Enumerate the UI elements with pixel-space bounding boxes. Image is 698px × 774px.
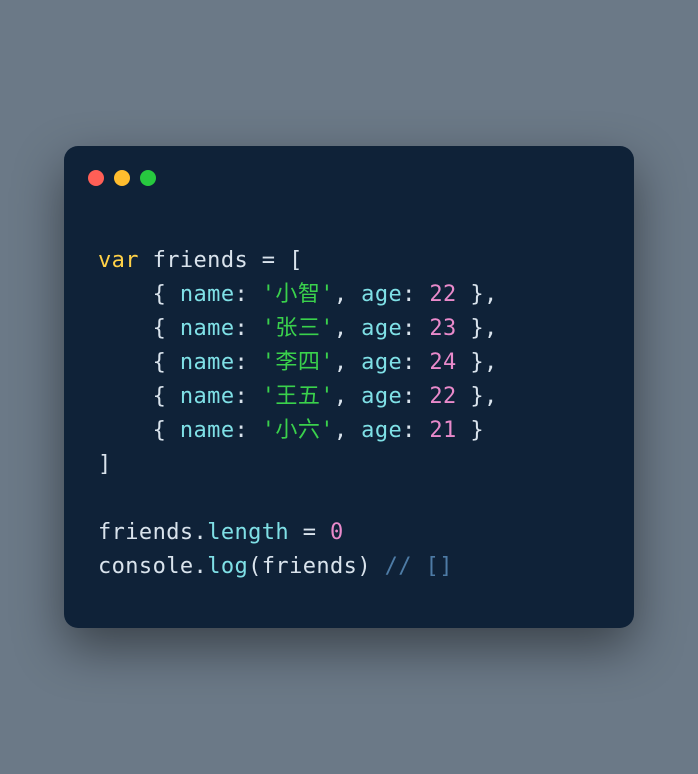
prop-age: age (361, 350, 402, 375)
number-literal: 21 (429, 418, 456, 443)
equals: = (248, 248, 289, 273)
string-literal: '张三' (262, 316, 334, 341)
prop-name: name (180, 384, 235, 409)
brace-close: } (457, 384, 484, 409)
number-literal: 0 (330, 520, 344, 545)
comma: , (484, 384, 498, 409)
colon: : (402, 282, 429, 307)
close-bracket: ] (98, 452, 112, 477)
colon: : (402, 418, 429, 443)
brace-close: } (457, 350, 484, 375)
keyword-var: var (98, 248, 139, 273)
brace-open: { (153, 384, 180, 409)
prop-age: age (361, 316, 402, 341)
colon: : (234, 418, 261, 443)
number-literal: 24 (429, 350, 456, 375)
string-literal: '李四' (262, 350, 334, 375)
identifier: friends (262, 554, 358, 579)
prop-length: length (207, 520, 289, 545)
colon: : (402, 384, 429, 409)
method-log: log (207, 554, 248, 579)
number-literal: 22 (429, 282, 456, 307)
prop-age: age (361, 418, 402, 443)
prop-name: name (180, 282, 235, 307)
prop-age: age (361, 384, 402, 409)
brace-close: } (457, 316, 484, 341)
comment: // [] (371, 554, 453, 579)
identifier: console (98, 554, 194, 579)
brace-open: { (153, 316, 180, 341)
brace-close: } (457, 282, 484, 307)
brace-close: } (457, 418, 484, 443)
number-literal: 23 (429, 316, 456, 341)
colon: : (402, 316, 429, 341)
maximize-icon[interactable] (140, 170, 156, 186)
window-titlebar (64, 170, 634, 194)
close-icon[interactable] (88, 170, 104, 186)
brace-open: { (153, 418, 180, 443)
comma: , (484, 282, 498, 307)
paren-open: ( (248, 554, 262, 579)
colon: : (234, 350, 261, 375)
comma: , (334, 316, 361, 341)
string-literal: '王五' (262, 384, 334, 409)
brace-open: { (153, 350, 180, 375)
string-literal: '小六' (262, 418, 334, 443)
equals: = (289, 520, 330, 545)
brace-open: { (153, 282, 180, 307)
open-bracket: [ (289, 248, 303, 273)
dot: . (194, 554, 208, 579)
prop-name: name (180, 350, 235, 375)
comma: , (334, 282, 361, 307)
colon: : (234, 282, 261, 307)
prop-age: age (361, 282, 402, 307)
comma: , (334, 384, 361, 409)
comma: , (334, 418, 361, 443)
paren-close: ) (357, 554, 371, 579)
var-name: friends (153, 248, 249, 273)
comma: , (484, 350, 498, 375)
code-window: var friends = [ { name: '小智', age: 22 },… (64, 146, 634, 629)
colon: : (234, 316, 261, 341)
dot: . (194, 520, 208, 545)
prop-name: name (180, 316, 235, 341)
identifier: friends (98, 520, 194, 545)
comma: , (484, 316, 498, 341)
comma: , (334, 350, 361, 375)
number-literal: 22 (429, 384, 456, 409)
minimize-icon[interactable] (114, 170, 130, 186)
code-block: var friends = [ { name: '小智', age: 22 },… (64, 194, 634, 585)
colon: : (402, 350, 429, 375)
prop-name: name (180, 418, 235, 443)
string-literal: '小智' (262, 282, 334, 307)
colon: : (234, 384, 261, 409)
